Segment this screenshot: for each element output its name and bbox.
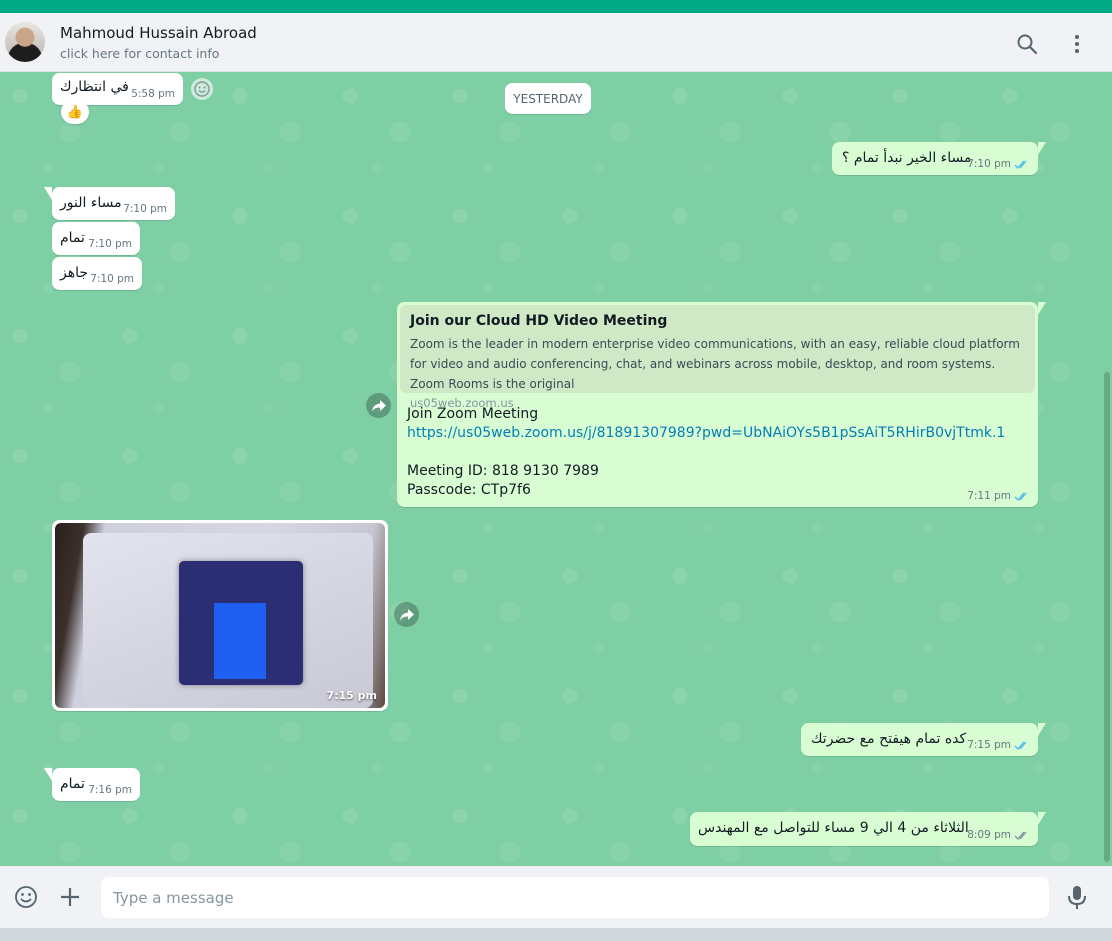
- link-preview-description: Zoom is the leader in modern enterprise …: [410, 337, 1020, 391]
- message-incoming-image[interactable]: 7:15 pm: [52, 520, 388, 711]
- message-line: Meeting ID: 818 9130 7989: [407, 463, 599, 479]
- react-emoji-icon[interactable]: [191, 78, 213, 100]
- message-time: 7:10 pm: [123, 203, 167, 215]
- message-text: تمام: [60, 776, 85, 792]
- link-preview[interactable]: Join our Cloud HD Video Meeting Zoom is …: [400, 305, 1035, 410]
- message-text: تمام: [60, 230, 85, 246]
- delivered-ticks-icon: [1014, 831, 1027, 840]
- message-text: كده تمام هيفتح مع حضرتك: [811, 731, 967, 747]
- message-text: الثلاثاء من 4 الي 9 مساء للتواصل مع المه…: [698, 820, 969, 836]
- chat-header[interactable]: Mahmoud Hussain Abroad click here for co…: [0, 13, 1112, 72]
- read-ticks-icon: [1014, 160, 1027, 169]
- message-outgoing-link[interactable]: Join our Cloud HD Video Meeting Zoom is …: [397, 302, 1046, 507]
- message-incoming[interactable]: تمام 7:10 pm: [52, 222, 140, 255]
- message-outgoing[interactable]: كده تمام هيفتح مع حضرتك 7:15 pm: [801, 723, 1046, 756]
- top-accent-bar: [0, 0, 1112, 13]
- avatar[interactable]: [5, 22, 45, 62]
- reaction-badge[interactable]: 👍: [61, 100, 89, 124]
- message-time: 8:09 pm: [967, 829, 1030, 841]
- read-ticks-icon: [1014, 741, 1027, 750]
- date-divider: YESTERDAY: [505, 83, 591, 114]
- contact-info-link[interactable]: click here for contact info: [60, 46, 219, 61]
- message-text: جاهز: [60, 265, 89, 281]
- message-time: 7:11 pm: [967, 490, 1030, 502]
- message-text: مساء الخير نبدأ تمام ؟: [842, 150, 972, 166]
- composer-bar: [0, 866, 1112, 928]
- scrollbar[interactable]: [1104, 372, 1110, 862]
- message-time: 7:16 pm: [88, 784, 132, 796]
- message-text: في انتظارك: [60, 79, 129, 95]
- photo-thumbnail[interactable]: 7:15 pm: [55, 523, 385, 708]
- message-incoming[interactable]: مساء النور 7:10 pm: [44, 187, 175, 220]
- attach-plus-icon[interactable]: [58, 885, 82, 913]
- message-time: 7:15 pm: [967, 739, 1030, 751]
- message-time: 5:58 pm: [131, 88, 175, 100]
- message-input[interactable]: [113, 877, 1037, 918]
- message-time: 7:10 pm: [967, 158, 1030, 170]
- message-list[interactable]: في انتظارك 5:58 pm 👍 YESTERDAY مساء الخي…: [0, 72, 1112, 866]
- read-ticks-icon: [1014, 492, 1027, 501]
- menu-icon[interactable]: [1065, 32, 1089, 56]
- message-time: 7:10 pm: [88, 238, 132, 250]
- message-input-box[interactable]: [101, 877, 1049, 918]
- message-incoming[interactable]: جاهز 7:10 pm: [52, 257, 142, 290]
- emoji-icon[interactable]: [14, 885, 38, 913]
- forward-icon[interactable]: [366, 393, 391, 418]
- search-icon[interactable]: [1015, 32, 1039, 56]
- message-time: 7:10 pm: [90, 273, 134, 285]
- meeting-link[interactable]: https://us05web.zoom.us/j/81891307989?pw…: [407, 425, 1005, 441]
- message-outgoing[interactable]: مساء الخير نبدأ تمام ؟ 7:10 pm: [832, 142, 1046, 175]
- message-time: 7:15 pm: [326, 689, 377, 702]
- message-incoming[interactable]: تمام 7:16 pm: [44, 768, 140, 801]
- message-line: Join Zoom Meeting: [407, 406, 539, 422]
- message-text: Join Zoom Meeting https://us05web.zoom.u…: [407, 405, 1005, 500]
- link-preview-title: Join our Cloud HD Video Meeting: [410, 313, 668, 329]
- forward-icon[interactable]: [394, 602, 419, 627]
- bottom-strip: [0, 928, 1112, 941]
- message-line: [407, 443, 1005, 462]
- message-outgoing[interactable]: الثلاثاء من 4 الي 9 مساء للتواصل مع المه…: [690, 812, 1046, 846]
- message-line: Passcode: CTp7f6: [407, 482, 531, 498]
- message-text: مساء النور: [60, 195, 122, 211]
- microphone-icon[interactable]: [1066, 884, 1088, 914]
- contact-name[interactable]: Mahmoud Hussain Abroad: [60, 24, 257, 42]
